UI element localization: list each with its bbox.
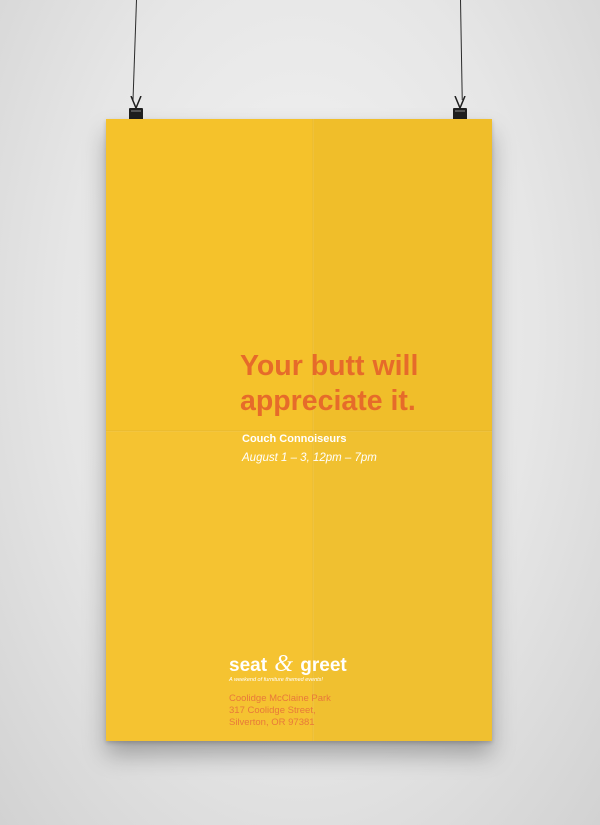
headline-line: Your butt will <box>240 350 419 382</box>
venue-address: Coolidge McClaine Park 317 Coolidge Stre… <box>229 693 331 729</box>
wall-scene: Your butt will appreciate it. Couch Conn… <box>0 0 600 825</box>
logo-ampersand: & <box>274 651 293 677</box>
address-line: Silverton, OR 97381 <box>229 717 315 728</box>
hanging-wire-right <box>460 0 463 100</box>
logo-word: seat <box>229 655 268 676</box>
headline-line: appreciate it. <box>240 385 416 417</box>
seat-and-greet-logo: seat & greet <box>229 651 347 678</box>
address-line: Coolidge McClaine Park <box>229 693 331 704</box>
hanging-wire-left <box>132 0 137 100</box>
poster: Your butt will appreciate it. Couch Conn… <box>106 119 492 741</box>
poster-headline: Your butt will appreciate it. <box>240 349 490 419</box>
address-line: 317 Coolidge Street, <box>229 705 316 716</box>
poster-horizontal-fold <box>106 430 492 432</box>
event-dates: August 1 – 3, 12pm – 7pm <box>242 452 377 464</box>
event-name: Couch Connoiseurs <box>242 433 347 445</box>
logo-word: greet <box>300 655 347 676</box>
logo-tagline: A weekend of furniture themed events! <box>229 677 323 683</box>
